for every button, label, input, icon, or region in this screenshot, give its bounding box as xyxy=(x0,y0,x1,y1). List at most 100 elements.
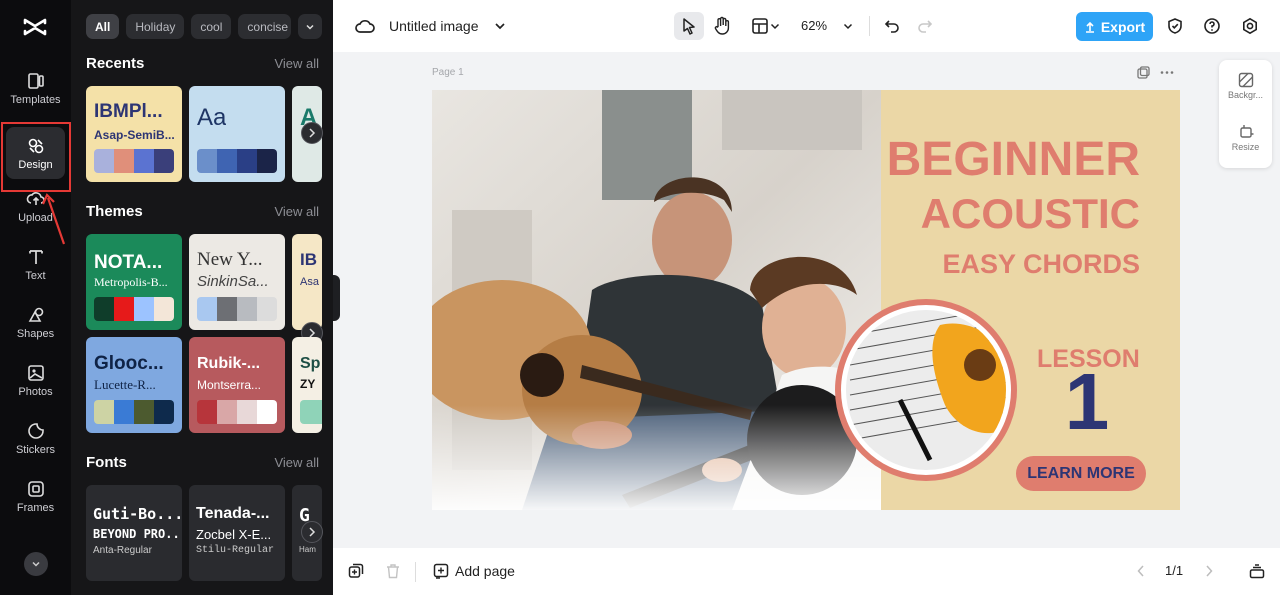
document-title[interactable]: Untitled image xyxy=(389,18,479,34)
chip-concise[interactable]: concise xyxy=(238,14,292,39)
card-title: NOTA... xyxy=(94,252,163,273)
background-icon xyxy=(1238,72,1253,88)
text-icon xyxy=(28,249,43,264)
undo-button[interactable] xyxy=(880,14,904,38)
shapes-icon xyxy=(28,307,43,322)
card-subtitle: Asa xyxy=(300,276,319,288)
recents-title: Recents xyxy=(86,55,145,72)
headline-beginner[interactable]: BEGINNER xyxy=(881,132,1180,187)
bottom-divider xyxy=(415,562,416,582)
resize-label: Resize xyxy=(1231,142,1260,152)
card-subtitle: SinkinSa... xyxy=(197,273,269,290)
recents-next-button[interactable] xyxy=(301,122,323,144)
select-tool-button[interactable] xyxy=(674,12,704,40)
color-swatches xyxy=(197,297,277,321)
panel-collapse-handle[interactable] xyxy=(333,275,340,321)
export-label: Export xyxy=(1100,18,1146,35)
rail-item-photos[interactable]: Photos xyxy=(6,354,65,406)
settings-button[interactable] xyxy=(1238,14,1262,38)
rail-item-frames[interactable]: Frames xyxy=(6,470,65,522)
duplicate-page-icon[interactable] xyxy=(1137,66,1150,79)
color-swatches xyxy=(94,297,174,321)
canvas-side-tools: Backgr... Resize xyxy=(1219,60,1272,168)
title-chevron-down-icon[interactable] xyxy=(488,14,512,38)
sheet-music-circle-photo[interactable] xyxy=(830,295,1022,485)
gear-icon xyxy=(1243,17,1257,35)
lesson-number[interactable]: 1 xyxy=(1037,362,1137,442)
hand-tool-button[interactable] xyxy=(710,14,734,38)
font-name: Anta-Regular xyxy=(93,545,152,556)
font-name: Ham xyxy=(299,545,316,554)
rail-item-shapes[interactable]: Shapes xyxy=(6,296,65,348)
shield-button[interactable] xyxy=(1163,14,1187,38)
page-counter: 1/1 xyxy=(1165,563,1184,578)
font-title: Guti-Bo... xyxy=(93,505,182,523)
fonts-next-button[interactable] xyxy=(301,521,323,543)
theme-card-4[interactable]: Glooc... Lucette-R... xyxy=(86,337,182,433)
add-page-button[interactable]: Add page xyxy=(433,563,515,579)
capcut-logo-icon[interactable] xyxy=(22,14,48,40)
card-title: Sp xyxy=(300,355,321,372)
rail-label-stickers: Stickers xyxy=(15,443,56,456)
redo-icon xyxy=(918,20,933,33)
app-root: Templates Design Upload Text Shapes Phot… xyxy=(0,0,1280,595)
theme-card-5[interactable]: Rubik-... Montserra... xyxy=(189,337,285,433)
page-panel-button[interactable] xyxy=(1245,559,1269,583)
page-tools xyxy=(1137,66,1174,79)
color-swatches xyxy=(197,149,277,173)
cloud-sync-icon[interactable] xyxy=(353,14,377,38)
layout-chevron-down-icon[interactable] xyxy=(767,14,783,38)
chevron-down-icon xyxy=(32,561,40,567)
themes-view-all-link[interactable]: View all xyxy=(274,204,319,219)
add-page-icon xyxy=(433,563,449,579)
card-title: Rubik-... xyxy=(197,355,261,372)
prev-page-button[interactable] xyxy=(1129,559,1153,583)
rail-expand-button[interactable] xyxy=(24,552,48,576)
headline-easy-chords[interactable]: EASY CHORDS xyxy=(881,249,1180,280)
recent-card-1[interactable]: IBMPl... Asap-SemiB... xyxy=(86,86,182,182)
theme-card-3[interactable]: IB Asa xyxy=(292,234,322,330)
font-card-1[interactable]: Guti-Bo... BEYOND PRO... Anta-Regular xyxy=(86,485,182,581)
page-label: Page 1 xyxy=(432,67,464,78)
background-tool[interactable]: Backgr... xyxy=(1219,72,1272,100)
design-canvas[interactable]: BEGINNER ACOUSTIC EASY CHORDS LESSON 1 L… xyxy=(432,90,1180,510)
bottom-bar: Add page 1/1 xyxy=(333,548,1280,595)
rail-item-templates[interactable]: Templates xyxy=(6,62,65,114)
theme-card-1[interactable]: NOTA... Metropolis-B... xyxy=(86,234,182,330)
trash-icon xyxy=(387,564,399,579)
recents-view-all-link[interactable]: View all xyxy=(274,56,319,71)
rail-label-photos: Photos xyxy=(18,385,53,398)
toolbar-divider xyxy=(869,16,870,36)
font-name: Stilu-Regular xyxy=(196,545,275,556)
zoom-level[interactable]: 62% xyxy=(801,18,827,33)
font-card-2[interactable]: Tenada-... Zocbel X-E... Stilu-Regular xyxy=(189,485,285,581)
rail-label-frames: Frames xyxy=(16,501,55,514)
fonts-view-all-link[interactable]: View all xyxy=(274,455,319,470)
rail-item-text[interactable]: Text xyxy=(6,238,65,290)
more-options-icon[interactable] xyxy=(1160,66,1174,79)
learn-more-button[interactable]: LEARN MORE xyxy=(1016,456,1146,491)
guitar-lesson-photo[interactable] xyxy=(432,90,881,510)
theme-card-6[interactable]: Sp ZY xyxy=(292,337,322,433)
chip-holiday[interactable]: Holiday xyxy=(126,14,185,39)
chevron-left-icon xyxy=(1137,565,1144,577)
next-page-button[interactable] xyxy=(1197,559,1221,583)
export-button[interactable]: Export xyxy=(1076,12,1153,41)
theme-card-2[interactable]: New Y... SinkinSa... xyxy=(189,234,285,330)
headline-acoustic[interactable]: ACOUSTIC xyxy=(881,190,1180,238)
font-subtitle: BEYOND PRO... xyxy=(93,527,182,541)
chip-cool[interactable]: cool xyxy=(191,14,232,39)
chips-more-button[interactable] xyxy=(298,14,323,39)
card-title: IBMPl... xyxy=(94,101,163,122)
resize-tool[interactable]: Resize xyxy=(1219,124,1272,152)
font-title: Tenada-... xyxy=(196,505,270,522)
redo-button[interactable] xyxy=(913,14,937,38)
rail-item-stickers[interactable]: Stickers xyxy=(6,412,65,464)
cursor-icon xyxy=(683,18,695,35)
duplicate-button[interactable] xyxy=(344,559,368,583)
delete-page-button[interactable] xyxy=(381,559,405,583)
help-button[interactable] xyxy=(1200,14,1224,38)
recent-card-2[interactable]: Aa xyxy=(189,86,285,182)
zoom-chevron-down-icon[interactable] xyxy=(840,14,856,38)
chip-all[interactable]: All xyxy=(86,14,120,39)
